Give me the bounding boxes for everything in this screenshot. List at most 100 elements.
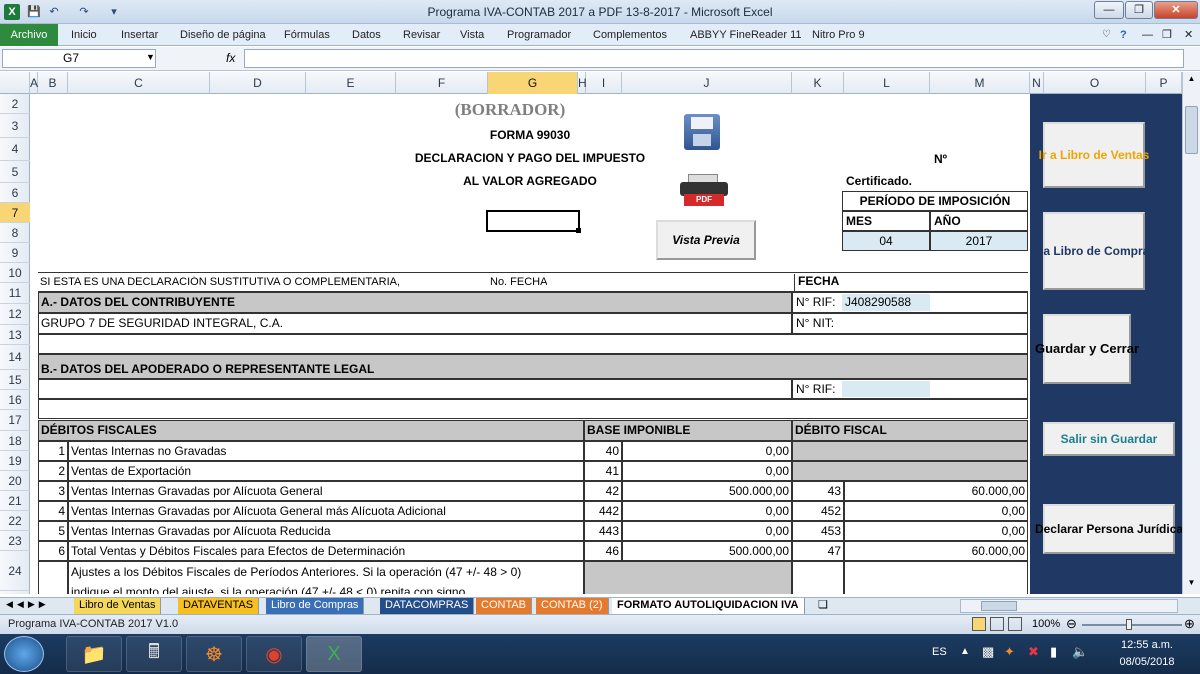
scroll-thumb[interactable] [1185, 106, 1198, 154]
chrome-icon[interactable]: ◉ [246, 636, 302, 672]
tab-dataventas[interactable]: DATAVENTAS [178, 598, 260, 614]
fill-handle[interactable] [576, 228, 581, 233]
libro-ventas-button[interactable]: Ir a Libro de Ventas [1039, 122, 1149, 188]
tray-volume-icon[interactable]: 🔈 [1072, 644, 1088, 660]
column-header-b[interactable]: B [38, 72, 68, 94]
tray-expand-icon[interactable]: ▲ [960, 646, 970, 657]
zoom-level[interactable]: 100% [1032, 618, 1060, 630]
workbook-restore-icon[interactable]: ❐ [1162, 24, 1172, 46]
row-header[interactable]: 11 [0, 283, 30, 304]
column-header-p[interactable]: P [1146, 72, 1182, 94]
insert-sheet-icon[interactable]: ❏ [818, 598, 828, 611]
column-header-h[interactable]: H [578, 72, 587, 94]
rif-value[interactable]: J408290588 [842, 294, 930, 311]
debito-value[interactable]: 0,00 [844, 501, 1028, 521]
column-header-k[interactable]: K [792, 72, 844, 94]
column-header-j[interactable]: J [622, 72, 792, 94]
row-header[interactable]: 21 [0, 491, 30, 511]
base-value[interactable]: 0,00 [622, 441, 792, 461]
base-value[interactable]: 0,00 [622, 521, 792, 541]
tray-network-icon[interactable]: ✖ [1028, 644, 1039, 660]
row-header[interactable]: 17 [0, 410, 30, 431]
scroll-down-icon[interactable]: ▼ [1185, 578, 1198, 592]
tab-revisar[interactable]: Revisar [403, 24, 440, 46]
debito-value[interactable]: 0,00 [844, 521, 1028, 541]
row-header[interactable]: 24 [0, 551, 30, 591]
column-header-g[interactable]: G [488, 72, 578, 94]
horizontal-scrollbar[interactable] [960, 599, 1178, 613]
worksheet[interactable]: (BORRADOR) FORMA 99030 DECLARACION Y PAG… [30, 94, 1182, 594]
row-header[interactable]: 12 [0, 304, 30, 325]
tray-signal-icon[interactable]: ▮ [1050, 644, 1057, 660]
floppy-save-icon[interactable] [684, 114, 720, 150]
row-header[interactable]: 7 [0, 203, 30, 223]
base-value[interactable]: 500.000,00 [622, 481, 792, 501]
tab-contab[interactable]: CONTAB [476, 598, 533, 614]
excel-taskbar-icon[interactable]: X [306, 636, 362, 672]
zoom-out-icon[interactable]: ⊖ [1066, 616, 1077, 632]
row-header[interactable]: 23 [0, 531, 30, 551]
zoom-in-icon[interactable]: ⊕ [1184, 616, 1195, 632]
tray-app-icon[interactable]: ✦ [1004, 644, 1015, 660]
tab-complementos[interactable]: Complementos [593, 24, 667, 46]
page-layout-icon[interactable] [990, 617, 1004, 631]
tab-libro-compras[interactable]: Libro de Compras [266, 598, 365, 614]
row-header[interactable]: 2 [0, 94, 30, 114]
explorer-icon[interactable]: 📁 [66, 636, 122, 672]
apoderado-name[interactable] [38, 379, 792, 399]
workbook-close-icon[interactable]: ✕ [1184, 24, 1193, 46]
libro-compras-button[interactable]: Ir a Libro de Compras [1032, 212, 1156, 290]
column-header-c[interactable]: C [68, 72, 210, 94]
column-header-f[interactable]: F [396, 72, 488, 94]
normal-view-icon[interactable] [972, 617, 986, 631]
tab-inicio[interactable]: Inicio [71, 24, 97, 46]
clock-time[interactable]: 12:55 a.m. [1102, 639, 1192, 651]
tab-abbyy[interactable]: ABBYY FineReader 11 [690, 24, 802, 46]
tray-device-icon[interactable]: ▩ [982, 644, 994, 660]
tab-datos[interactable]: Datos [352, 24, 381, 46]
tab-contab-2[interactable]: CONTAB (2) [536, 598, 609, 614]
scroll-up-icon[interactable]: ▲ [1185, 74, 1198, 88]
row-header[interactable]: 13 [0, 325, 30, 345]
minimize-button[interactable]: — [1094, 1, 1124, 19]
row-header[interactable]: 8 [0, 223, 30, 243]
base-value[interactable]: 500.000,00 [622, 541, 792, 561]
name-box-dropdown-icon[interactable]: ▼ [146, 52, 155, 62]
column-header-o[interactable]: O [1044, 72, 1146, 94]
helm-app-icon[interactable]: ☸ [186, 636, 242, 672]
row-header[interactable]: 6 [0, 183, 30, 203]
column-header-e[interactable]: E [306, 72, 396, 94]
guardar-cerrar-button[interactable]: Guardar y Cerrar [1035, 314, 1139, 384]
declarar-juridica-button[interactable]: Declarar Persona Jurídica [1035, 504, 1182, 554]
maximize-button[interactable]: ❐ [1125, 1, 1153, 19]
tab-vista[interactable]: Vista [460, 24, 484, 46]
start-button[interactable] [4, 636, 44, 672]
selected-cell-g7[interactable] [486, 210, 580, 232]
row-header[interactable]: 22 [0, 511, 30, 531]
formula-input[interactable] [244, 49, 1184, 68]
column-header-i[interactable]: I [586, 72, 622, 94]
column-header-d[interactable]: D [210, 72, 306, 94]
tab-archivo[interactable]: Archivo [0, 24, 58, 46]
row-header[interactable]: 16 [0, 390, 30, 410]
tab-programador[interactable]: Programador [507, 24, 571, 46]
row-header[interactable]: 15 [0, 370, 30, 390]
sheet-nav-icon[interactable]: ◀◀▶▶ [6, 599, 50, 610]
mes-value[interactable]: 04 [842, 231, 930, 251]
row-header[interactable]: 9 [0, 243, 30, 263]
anio-value[interactable]: 2017 [930, 231, 1028, 251]
column-header-l[interactable]: L [844, 72, 930, 94]
debito-value[interactable]: 60.000,00 [844, 481, 1028, 501]
zoom-slider-handle[interactable] [1126, 619, 1132, 630]
calculator-icon[interactable]: 🖩 [126, 636, 182, 672]
pdf-printer-icon[interactable]: PDF [678, 174, 730, 208]
tab-libro-ventas[interactable]: Libro de Ventas [74, 598, 162, 614]
tab-insertar[interactable]: Insertar [121, 24, 158, 46]
rif2-value[interactable] [842, 381, 930, 397]
base-value[interactable]: 0,00 [622, 461, 792, 481]
row-header[interactable]: 10 [0, 263, 30, 283]
zoom-slider[interactable] [1082, 624, 1182, 626]
close-button[interactable]: ✕ [1154, 1, 1198, 19]
column-header-m[interactable]: M [930, 72, 1030, 94]
workbook-minimize-icon[interactable]: — [1142, 24, 1153, 46]
